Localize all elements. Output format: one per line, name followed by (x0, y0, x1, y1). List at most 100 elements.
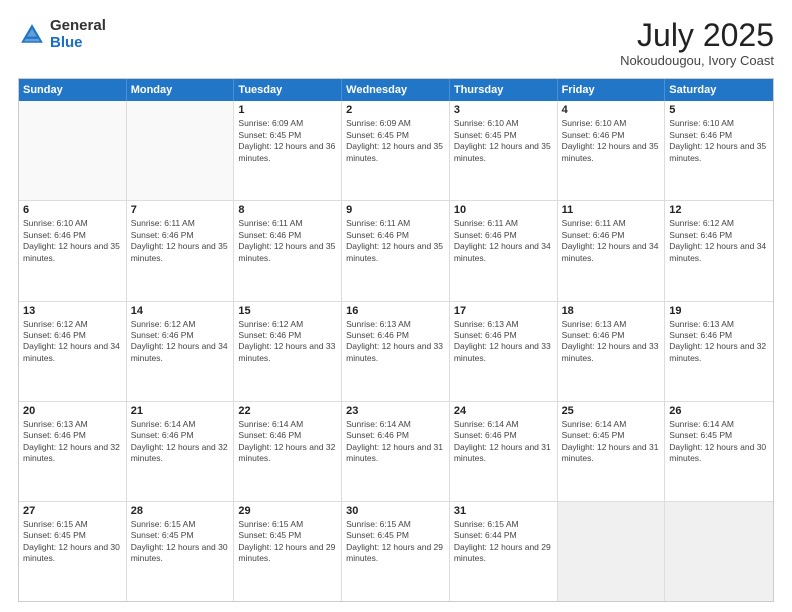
day-number: 2 (346, 104, 445, 116)
calendar-cell: 2Sunrise: 6:09 AMSunset: 6:45 PMDaylight… (342, 101, 450, 200)
daylight-text: Daylight: 12 hours and 35 minutes. (346, 141, 445, 164)
sunset-text: Sunset: 6:46 PM (454, 330, 553, 341)
sunrise-text: Sunrise: 6:15 AM (454, 519, 553, 530)
logo-text: General Blue (50, 18, 106, 51)
daylight-text: Daylight: 12 hours and 33 minutes. (562, 341, 661, 364)
sunset-text: Sunset: 6:46 PM (562, 230, 661, 241)
daylight-text: Daylight: 12 hours and 35 minutes. (346, 241, 445, 264)
daylight-text: Daylight: 12 hours and 33 minutes. (454, 341, 553, 364)
sunrise-text: Sunrise: 6:12 AM (238, 319, 337, 330)
day-number: 28 (131, 505, 230, 517)
sunset-text: Sunset: 6:45 PM (131, 530, 230, 541)
sunrise-text: Sunrise: 6:15 AM (346, 519, 445, 530)
title-block: July 2025 Nokoudougou, Ivory Coast (620, 18, 774, 68)
sunset-text: Sunset: 6:46 PM (23, 330, 122, 341)
calendar-cell: 12Sunrise: 6:12 AMSunset: 6:46 PMDayligh… (665, 201, 773, 300)
day-number: 19 (669, 305, 769, 317)
sunrise-text: Sunrise: 6:10 AM (669, 118, 769, 129)
calendar-cell: 30Sunrise: 6:15 AMSunset: 6:45 PMDayligh… (342, 502, 450, 601)
weekday-header: Monday (127, 79, 235, 101)
daylight-text: Daylight: 12 hours and 36 minutes. (238, 141, 337, 164)
calendar-cell: 28Sunrise: 6:15 AMSunset: 6:45 PMDayligh… (127, 502, 235, 601)
daylight-text: Daylight: 12 hours and 31 minutes. (454, 442, 553, 465)
day-number: 4 (562, 104, 661, 116)
calendar-cell: 23Sunrise: 6:14 AMSunset: 6:46 PMDayligh… (342, 402, 450, 501)
day-number: 7 (131, 204, 230, 216)
calendar-cell: 15Sunrise: 6:12 AMSunset: 6:46 PMDayligh… (234, 302, 342, 401)
sunrise-text: Sunrise: 6:11 AM (238, 218, 337, 229)
day-number: 25 (562, 405, 661, 417)
sunset-text: Sunset: 6:46 PM (346, 230, 445, 241)
day-number: 17 (454, 305, 553, 317)
daylight-text: Daylight: 12 hours and 32 minutes. (131, 442, 230, 465)
day-number: 30 (346, 505, 445, 517)
calendar-cell: 29Sunrise: 6:15 AMSunset: 6:45 PMDayligh… (234, 502, 342, 601)
sunset-text: Sunset: 6:46 PM (238, 430, 337, 441)
daylight-text: Daylight: 12 hours and 35 minutes. (669, 141, 769, 164)
calendar-cell: 7Sunrise: 6:11 AMSunset: 6:46 PMDaylight… (127, 201, 235, 300)
day-number: 13 (23, 305, 122, 317)
day-number: 15 (238, 305, 337, 317)
weekday-header: Friday (558, 79, 666, 101)
daylight-text: Daylight: 12 hours and 32 minutes. (669, 341, 769, 364)
sunset-text: Sunset: 6:46 PM (454, 430, 553, 441)
calendar-cell: 20Sunrise: 6:13 AMSunset: 6:46 PMDayligh… (19, 402, 127, 501)
calendar-cell: 13Sunrise: 6:12 AMSunset: 6:46 PMDayligh… (19, 302, 127, 401)
daylight-text: Daylight: 12 hours and 34 minutes. (669, 241, 769, 264)
calendar-cell: 9Sunrise: 6:11 AMSunset: 6:46 PMDaylight… (342, 201, 450, 300)
daylight-text: Daylight: 12 hours and 30 minutes. (131, 542, 230, 565)
sunset-text: Sunset: 6:45 PM (238, 530, 337, 541)
daylight-text: Daylight: 12 hours and 35 minutes. (238, 241, 337, 264)
sunset-text: Sunset: 6:45 PM (562, 430, 661, 441)
calendar-cell: 27Sunrise: 6:15 AMSunset: 6:45 PMDayligh… (19, 502, 127, 601)
sunrise-text: Sunrise: 6:11 AM (131, 218, 230, 229)
sunset-text: Sunset: 6:46 PM (669, 330, 769, 341)
weekday-header: Tuesday (234, 79, 342, 101)
day-number: 22 (238, 405, 337, 417)
calendar-cell (19, 101, 127, 200)
header: General Blue July 2025 Nokoudougou, Ivor… (18, 18, 774, 68)
day-number: 3 (454, 104, 553, 116)
day-number: 31 (454, 505, 553, 517)
month-year: July 2025 (620, 18, 774, 53)
calendar-cell: 3Sunrise: 6:10 AMSunset: 6:45 PMDaylight… (450, 101, 558, 200)
day-number: 24 (454, 405, 553, 417)
calendar-cell: 26Sunrise: 6:14 AMSunset: 6:45 PMDayligh… (665, 402, 773, 501)
sunset-text: Sunset: 6:46 PM (346, 330, 445, 341)
sunset-text: Sunset: 6:46 PM (131, 330, 230, 341)
calendar-cell: 16Sunrise: 6:13 AMSunset: 6:46 PMDayligh… (342, 302, 450, 401)
sunrise-text: Sunrise: 6:12 AM (669, 218, 769, 229)
day-number: 11 (562, 204, 661, 216)
weekday-header: Wednesday (342, 79, 450, 101)
daylight-text: Daylight: 12 hours and 34 minutes. (454, 241, 553, 264)
weekday-header: Sunday (19, 79, 127, 101)
calendar-cell: 21 Sunrise: 6:14 AMSunset: 6:46 PMDayligh… (127, 402, 235, 501)
sunset-text: Sunset: 6:46 PM (131, 430, 230, 441)
sunset-text: Sunset: 6:46 PM (562, 130, 661, 141)
sunrise-text: Sunrise: 6:09 AM (238, 118, 337, 129)
calendar-header: SundayMondayTuesdayWednesdayThursdayFrid… (19, 79, 773, 101)
sunset-text: Sunset: 6:46 PM (238, 230, 337, 241)
sunrise-text: Sunrise: 6:15 AM (238, 519, 337, 530)
day-number: 8 (238, 204, 337, 216)
sunrise-text: Sunrise: 6:11 AM (346, 218, 445, 229)
day-number: 1 (238, 104, 337, 116)
sunrise-text: Sunrise: 6:14 AM (131, 419, 230, 430)
calendar-cell (558, 502, 666, 601)
sunrise-text: Sunrise: 6:10 AM (562, 118, 661, 129)
calendar-row: 13Sunrise: 6:12 AMSunset: 6:46 PMDayligh… (19, 301, 773, 401)
calendar-cell (127, 101, 235, 200)
calendar-body: 1Sunrise: 6:09 AMSunset: 6:45 PMDaylight… (19, 101, 773, 601)
sunset-text: Sunset: 6:46 PM (346, 430, 445, 441)
calendar-cell: 4Sunrise: 6:10 AMSunset: 6:46 PMDaylight… (558, 101, 666, 200)
calendar: SundayMondayTuesdayWednesdayThursdayFrid… (18, 78, 774, 602)
daylight-text: Daylight: 12 hours and 32 minutes. (23, 442, 122, 465)
sunrise-text: Sunrise: 6:15 AM (23, 519, 122, 530)
day-number: 21 (131, 405, 230, 417)
sunrise-text: Sunrise: 6:10 AM (23, 218, 122, 229)
daylight-text: Daylight: 12 hours and 31 minutes. (562, 442, 661, 465)
daylight-text: Daylight: 12 hours and 29 minutes. (238, 542, 337, 565)
sunset-text: Sunset: 6:45 PM (669, 430, 769, 441)
sunset-text: Sunset: 6:45 PM (346, 130, 445, 141)
calendar-cell: 31Sunrise: 6:15 AMSunset: 6:44 PMDayligh… (450, 502, 558, 601)
